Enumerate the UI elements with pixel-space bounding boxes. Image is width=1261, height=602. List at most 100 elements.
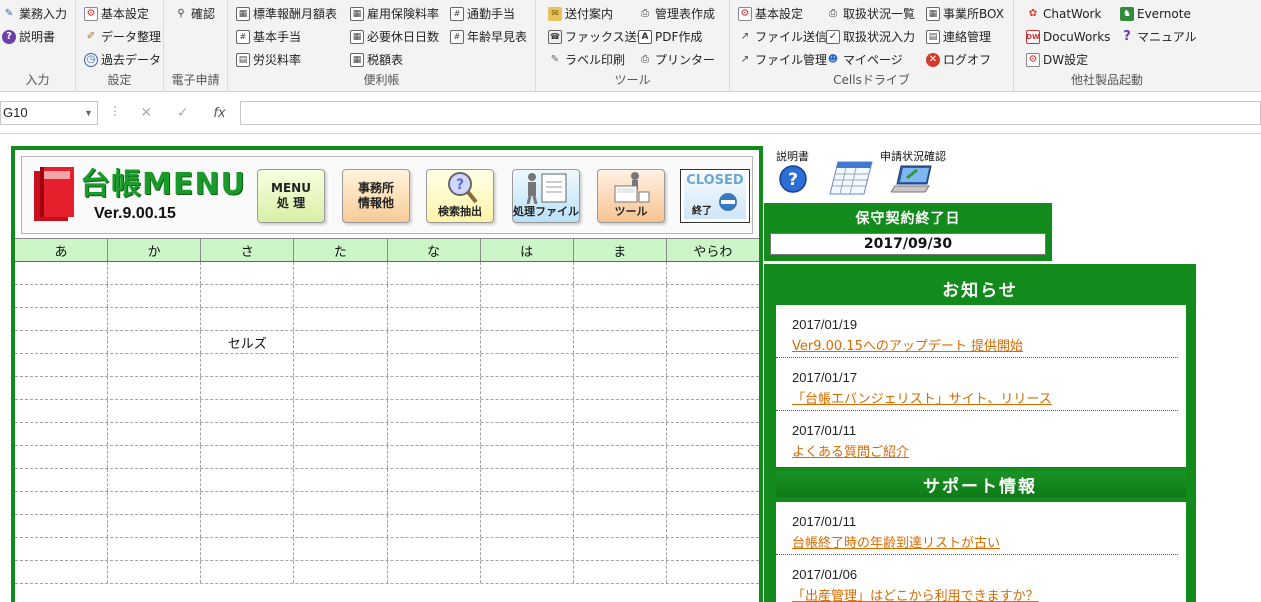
client-cell[interactable] [108,469,202,491]
cancel-icon[interactable]: ✕ [140,105,152,121]
ribbon-item-dw-settings[interactable]: ⚙ DW設定 [1024,48,1112,71]
ribbon-item-manual[interactable]: ? 説明書 [0,25,69,48]
client-cell[interactable] [388,492,481,514]
client-cell[interactable] [481,285,574,307]
client-cell[interactable] [667,423,759,445]
client-cell[interactable] [294,446,388,468]
client-cell[interactable] [388,400,481,422]
client-cell[interactable] [201,492,295,514]
ribbon-item-pdf-create[interactable]: A PDF作成 [636,25,717,48]
client-cell[interactable] [388,515,481,537]
search-extract-button[interactable]: ? 検索抽出 [426,169,494,223]
news-link[interactable]: Ver9.00.15へのアップデート 提供開始 [792,335,1178,354]
client-cell[interactable] [15,354,109,376]
close-app-button[interactable]: CLOSED 終了 [680,169,750,223]
news-link[interactable]: よくある質問ご紹介 [792,441,1178,460]
client-cell[interactable] [481,308,574,330]
client-cell[interactable] [388,561,481,583]
client-cell[interactable] [481,400,574,422]
ribbon-item-file-manage[interactable]: ↗ ファイル管理 [736,48,829,71]
ribbon-item-evernote[interactable]: ♞ Evernote [1118,2,1199,25]
client-cell[interactable] [108,446,202,468]
tools-button[interactable]: ツール [597,169,665,223]
client-cell[interactable] [201,262,295,284]
ribbon-item-my-page[interactable]: ☻ マイページ [824,48,917,71]
client-cell[interactable] [667,331,759,353]
ribbon-item-logoff[interactable]: ✕ ログオフ [924,48,1006,71]
client-cell[interactable] [294,377,388,399]
client-cell[interactable] [15,446,109,468]
client-cell[interactable] [201,400,295,422]
ribbon-item-drive-basic-settings[interactable]: ⚙ 基本設定 [736,2,829,25]
client-cell[interactable] [108,262,202,284]
client-cell[interactable] [108,423,202,445]
ribbon-item-docuworks[interactable]: DW DocuWorks [1024,25,1112,48]
client-cell[interactable] [108,538,202,560]
function-icon[interactable]: fx [213,106,225,121]
client-cell[interactable] [15,400,109,422]
client-cell[interactable] [108,285,202,307]
client-cell[interactable] [388,331,481,353]
client-cell[interactable] [294,308,388,330]
client-cell[interactable] [201,561,295,583]
client-cell[interactable] [667,446,759,468]
client-cell[interactable] [15,262,109,284]
client-cell[interactable] [481,423,574,445]
news-link[interactable]: 「出産管理」はどこから利用できますか？ [792,585,1178,602]
news-link[interactable]: 「台帳エバンジェリスト」サイト、リリース [792,388,1178,407]
client-cell[interactable] [108,515,202,537]
client-cell[interactable] [201,423,295,445]
client-cell[interactable] [201,446,295,468]
client-cell[interactable] [481,469,574,491]
client-cell[interactable] [15,492,109,514]
client-cell[interactable] [481,492,574,514]
client-cell[interactable] [574,377,667,399]
client-cell[interactable] [574,469,667,491]
client-cell[interactable] [108,492,202,514]
ribbon-item-tax-table[interactable]: ▦ 税額表 [348,48,441,71]
client-cell[interactable] [15,423,109,445]
client-cell[interactable] [294,285,388,307]
manual-shortcut[interactable]: 説明書 ? [776,148,809,194]
ribbon-item-employment-insurance-rate[interactable]: ▦ 雇用保険料率 [348,2,441,25]
client-cell[interactable] [294,561,388,583]
client-cell[interactable] [574,446,667,468]
client-cell[interactable] [108,308,202,330]
ribbon-item-printer[interactable]: ⎙ プリンター [636,48,717,71]
ribbon-item-business-input[interactable]: ✎ 業務入力 [0,2,69,25]
client-cell[interactable] [108,354,202,376]
office-info-button[interactable]: 事務所 情報他 [342,169,410,223]
client-cell[interactable] [667,354,759,376]
client-cell[interactable] [294,538,388,560]
client-cell[interactable] [574,354,667,376]
client-cell[interactable] [667,400,759,422]
ribbon-item-required-holidays[interactable]: ▦ 必要休日日数 [348,25,441,48]
enter-icon[interactable]: ✓ [177,105,189,121]
client-cell[interactable] [574,561,667,583]
client-cell[interactable] [294,469,388,491]
client-cell[interactable] [481,538,574,560]
ribbon-item-file-send[interactable]: ↗ ファイル送信 [736,25,829,48]
client-cell[interactable] [481,515,574,537]
client-cell[interactable] [667,515,759,537]
name-box[interactable]: G10 ▼ [0,101,98,125]
client-cell[interactable] [294,331,388,353]
application-status-shortcut[interactable]: 申請状況確認 [880,148,946,194]
client-cell[interactable] [667,285,759,307]
client-cell[interactable] [15,538,109,560]
menu-process-button[interactable]: MENU 処 理 [257,169,325,223]
client-cell[interactable] [201,538,295,560]
client-cell[interactable] [294,423,388,445]
ribbon-item-status-list[interactable]: ⎙ 取扱状況一覧 [824,2,917,25]
client-cell[interactable] [108,400,202,422]
client-cell[interactable] [388,285,481,307]
ribbon-item-past-data[interactable]: ◷ 過去データ [82,48,163,71]
ribbon-item-confirm[interactable]: ⚲ 確認 [172,2,217,25]
client-cell[interactable] [15,469,109,491]
client-cell[interactable] [574,515,667,537]
client-cell[interactable] [481,561,574,583]
client-cell[interactable] [15,308,109,330]
kana-tab[interactable]: か [108,239,202,261]
kana-tab[interactable]: は [481,239,574,261]
client-cell[interactable] [108,561,202,583]
